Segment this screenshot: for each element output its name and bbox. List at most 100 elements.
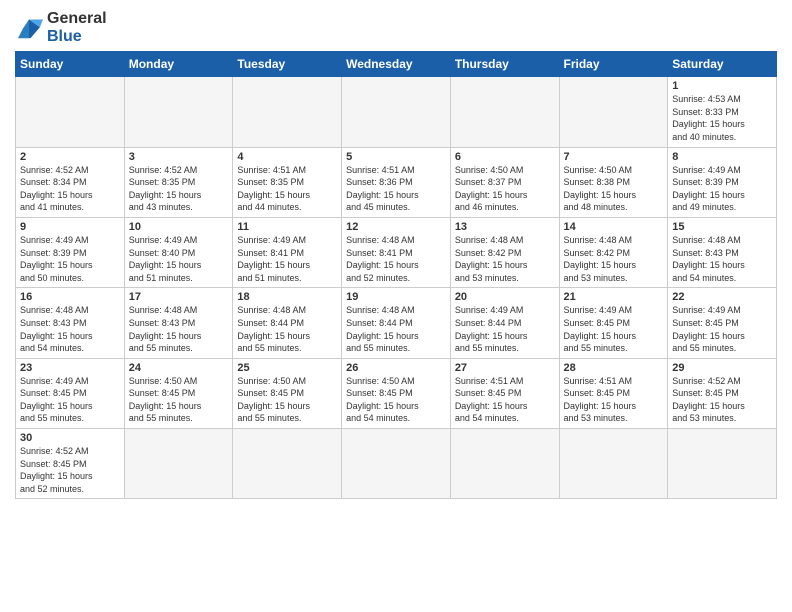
calendar-cell: 14Sunrise: 4:48 AM Sunset: 8:42 PM Dayli… xyxy=(559,217,668,287)
day-number: 29 xyxy=(672,362,772,374)
calendar-cell xyxy=(559,77,668,147)
calendar-cell: 3Sunrise: 4:52 AM Sunset: 8:35 PM Daylig… xyxy=(124,147,233,217)
calendar-cell: 25Sunrise: 4:50 AM Sunset: 8:45 PM Dayli… xyxy=(233,358,342,428)
day-number: 27 xyxy=(455,362,555,374)
header: General Blue xyxy=(15,10,777,45)
logo-icon xyxy=(15,16,43,40)
calendar-week-row: 2Sunrise: 4:52 AM Sunset: 8:34 PM Daylig… xyxy=(16,147,777,217)
calendar-cell: 22Sunrise: 4:49 AM Sunset: 8:45 PM Dayli… xyxy=(668,288,777,358)
day-number: 7 xyxy=(564,151,664,163)
logo-text: General Blue xyxy=(47,10,107,45)
day-info: Sunrise: 4:48 AM Sunset: 8:43 PM Dayligh… xyxy=(672,234,772,284)
calendar-cell: 19Sunrise: 4:48 AM Sunset: 8:44 PM Dayli… xyxy=(342,288,451,358)
weekday-header-sunday: Sunday xyxy=(16,52,125,77)
day-number: 19 xyxy=(346,291,446,303)
day-number: 4 xyxy=(237,151,337,163)
day-info: Sunrise: 4:49 AM Sunset: 8:40 PM Dayligh… xyxy=(129,234,229,284)
calendar-cell: 11Sunrise: 4:49 AM Sunset: 8:41 PM Dayli… xyxy=(233,217,342,287)
day-info: Sunrise: 4:48 AM Sunset: 8:43 PM Dayligh… xyxy=(129,304,229,354)
day-number: 1 xyxy=(672,80,772,92)
calendar-cell: 12Sunrise: 4:48 AM Sunset: 8:41 PM Dayli… xyxy=(342,217,451,287)
calendar-cell xyxy=(559,429,668,499)
calendar-week-row: 16Sunrise: 4:48 AM Sunset: 8:43 PM Dayli… xyxy=(16,288,777,358)
calendar-cell: 4Sunrise: 4:51 AM Sunset: 8:35 PM Daylig… xyxy=(233,147,342,217)
day-info: Sunrise: 4:49 AM Sunset: 8:39 PM Dayligh… xyxy=(672,164,772,214)
calendar-cell: 17Sunrise: 4:48 AM Sunset: 8:43 PM Dayli… xyxy=(124,288,233,358)
calendar-week-row: 1Sunrise: 4:53 AM Sunset: 8:33 PM Daylig… xyxy=(16,77,777,147)
day-info: Sunrise: 4:52 AM Sunset: 8:45 PM Dayligh… xyxy=(672,375,772,425)
day-info: Sunrise: 4:49 AM Sunset: 8:44 PM Dayligh… xyxy=(455,304,555,354)
day-info: Sunrise: 4:49 AM Sunset: 8:41 PM Dayligh… xyxy=(237,234,337,284)
day-info: Sunrise: 4:51 AM Sunset: 8:45 PM Dayligh… xyxy=(455,375,555,425)
calendar-week-row: 23Sunrise: 4:49 AM Sunset: 8:45 PM Dayli… xyxy=(16,358,777,428)
day-number: 17 xyxy=(129,291,229,303)
day-info: Sunrise: 4:50 AM Sunset: 8:45 PM Dayligh… xyxy=(237,375,337,425)
day-info: Sunrise: 4:50 AM Sunset: 8:45 PM Dayligh… xyxy=(129,375,229,425)
day-number: 26 xyxy=(346,362,446,374)
calendar-cell: 27Sunrise: 4:51 AM Sunset: 8:45 PM Dayli… xyxy=(450,358,559,428)
day-number: 24 xyxy=(129,362,229,374)
calendar-week-row: 30Sunrise: 4:52 AM Sunset: 8:45 PM Dayli… xyxy=(16,429,777,499)
calendar-cell xyxy=(16,77,125,147)
day-number: 3 xyxy=(129,151,229,163)
weekday-header-tuesday: Tuesday xyxy=(233,52,342,77)
calendar-cell: 26Sunrise: 4:50 AM Sunset: 8:45 PM Dayli… xyxy=(342,358,451,428)
calendar-cell: 29Sunrise: 4:52 AM Sunset: 8:45 PM Dayli… xyxy=(668,358,777,428)
day-info: Sunrise: 4:52 AM Sunset: 8:34 PM Dayligh… xyxy=(20,164,120,214)
day-number: 8 xyxy=(672,151,772,163)
calendar-week-row: 9Sunrise: 4:49 AM Sunset: 8:39 PM Daylig… xyxy=(16,217,777,287)
day-number: 25 xyxy=(237,362,337,374)
day-number: 23 xyxy=(20,362,120,374)
calendar-table: SundayMondayTuesdayWednesdayThursdayFrid… xyxy=(15,51,777,499)
calendar-cell xyxy=(124,77,233,147)
weekday-header-friday: Friday xyxy=(559,52,668,77)
day-info: Sunrise: 4:48 AM Sunset: 8:44 PM Dayligh… xyxy=(346,304,446,354)
day-info: Sunrise: 4:52 AM Sunset: 8:35 PM Dayligh… xyxy=(129,164,229,214)
day-info: Sunrise: 4:52 AM Sunset: 8:45 PM Dayligh… xyxy=(20,445,120,495)
day-info: Sunrise: 4:48 AM Sunset: 8:43 PM Dayligh… xyxy=(20,304,120,354)
day-number: 2 xyxy=(20,151,120,163)
day-number: 30 xyxy=(20,432,120,444)
day-info: Sunrise: 4:48 AM Sunset: 8:42 PM Dayligh… xyxy=(564,234,664,284)
calendar-cell: 23Sunrise: 4:49 AM Sunset: 8:45 PM Dayli… xyxy=(16,358,125,428)
day-number: 16 xyxy=(20,291,120,303)
weekday-header-saturday: Saturday xyxy=(668,52,777,77)
calendar-cell: 15Sunrise: 4:48 AM Sunset: 8:43 PM Dayli… xyxy=(668,217,777,287)
calendar-cell: 21Sunrise: 4:49 AM Sunset: 8:45 PM Dayli… xyxy=(559,288,668,358)
day-number: 11 xyxy=(237,221,337,233)
calendar-cell: 7Sunrise: 4:50 AM Sunset: 8:38 PM Daylig… xyxy=(559,147,668,217)
day-number: 28 xyxy=(564,362,664,374)
logo: General Blue xyxy=(15,10,107,45)
day-info: Sunrise: 4:48 AM Sunset: 8:41 PM Dayligh… xyxy=(346,234,446,284)
calendar-cell xyxy=(233,77,342,147)
day-number: 6 xyxy=(455,151,555,163)
calendar-cell: 24Sunrise: 4:50 AM Sunset: 8:45 PM Dayli… xyxy=(124,358,233,428)
calendar-cell: 16Sunrise: 4:48 AM Sunset: 8:43 PM Dayli… xyxy=(16,288,125,358)
calendar-cell: 8Sunrise: 4:49 AM Sunset: 8:39 PM Daylig… xyxy=(668,147,777,217)
day-info: Sunrise: 4:50 AM Sunset: 8:37 PM Dayligh… xyxy=(455,164,555,214)
calendar-cell xyxy=(124,429,233,499)
day-info: Sunrise: 4:49 AM Sunset: 8:45 PM Dayligh… xyxy=(20,375,120,425)
calendar-cell: 13Sunrise: 4:48 AM Sunset: 8:42 PM Dayli… xyxy=(450,217,559,287)
day-number: 10 xyxy=(129,221,229,233)
calendar-cell xyxy=(342,429,451,499)
day-info: Sunrise: 4:48 AM Sunset: 8:44 PM Dayligh… xyxy=(237,304,337,354)
day-number: 18 xyxy=(237,291,337,303)
calendar-cell xyxy=(233,429,342,499)
calendar-cell: 30Sunrise: 4:52 AM Sunset: 8:45 PM Dayli… xyxy=(16,429,125,499)
day-number: 22 xyxy=(672,291,772,303)
day-info: Sunrise: 4:49 AM Sunset: 8:45 PM Dayligh… xyxy=(564,304,664,354)
calendar-cell: 5Sunrise: 4:51 AM Sunset: 8:36 PM Daylig… xyxy=(342,147,451,217)
weekday-header-wednesday: Wednesday xyxy=(342,52,451,77)
calendar-cell xyxy=(342,77,451,147)
day-info: Sunrise: 4:51 AM Sunset: 8:36 PM Dayligh… xyxy=(346,164,446,214)
day-number: 5 xyxy=(346,151,446,163)
day-info: Sunrise: 4:48 AM Sunset: 8:42 PM Dayligh… xyxy=(455,234,555,284)
day-number: 12 xyxy=(346,221,446,233)
calendar-cell xyxy=(450,429,559,499)
day-info: Sunrise: 4:49 AM Sunset: 8:39 PM Dayligh… xyxy=(20,234,120,284)
weekday-header-thursday: Thursday xyxy=(450,52,559,77)
day-number: 21 xyxy=(564,291,664,303)
calendar-cell: 28Sunrise: 4:51 AM Sunset: 8:45 PM Dayli… xyxy=(559,358,668,428)
calendar-cell: 1Sunrise: 4:53 AM Sunset: 8:33 PM Daylig… xyxy=(668,77,777,147)
